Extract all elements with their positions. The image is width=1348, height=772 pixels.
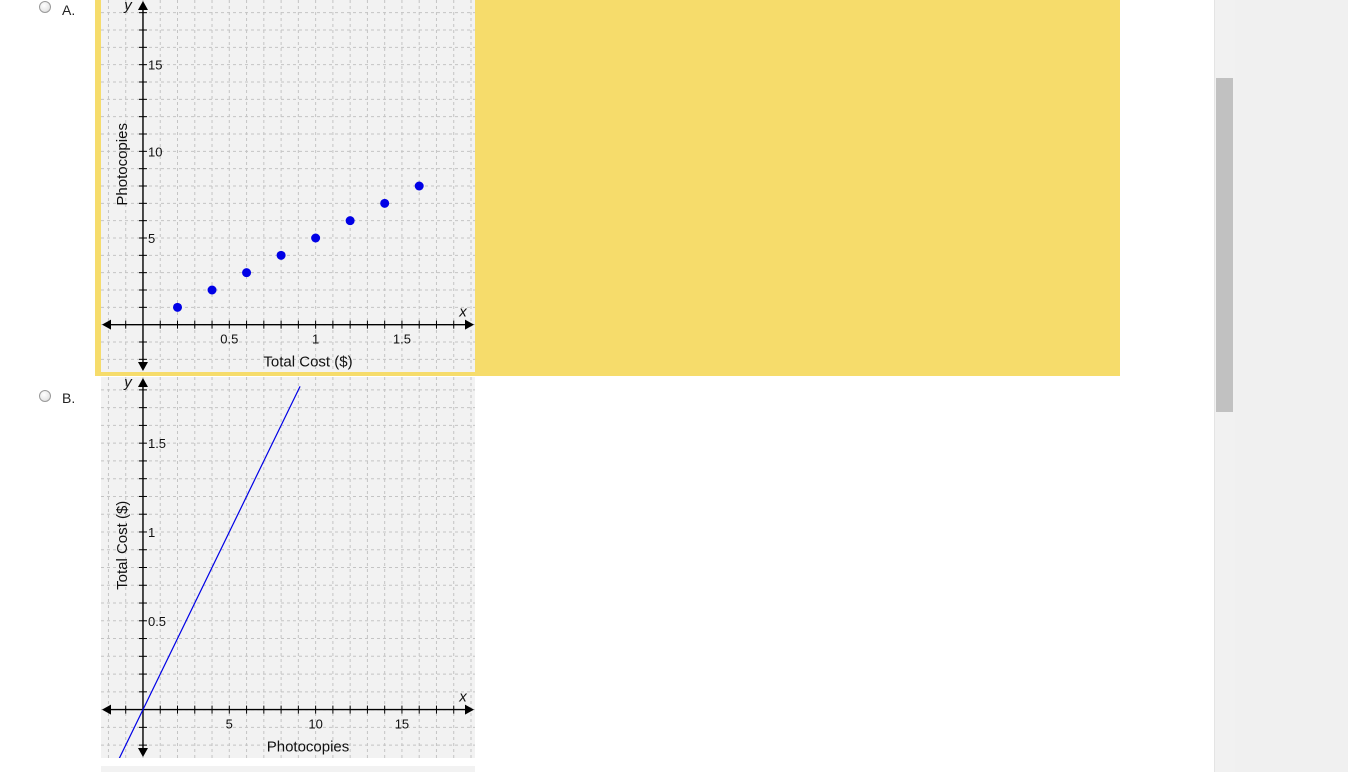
data-point	[173, 302, 183, 312]
data-point	[276, 250, 286, 260]
y-axis-arrow-down	[137, 748, 148, 757]
choice-b-label[interactable]: B.	[62, 390, 75, 406]
series-line	[118, 386, 301, 758]
data-point	[207, 285, 217, 295]
x-axis-variable: x	[458, 304, 467, 321]
choice-a-chart: 0.5 1 1.5 5 10 15 x y Total Cost ($) Photocopies	[101, 0, 475, 372]
x-tick-label: 5	[226, 717, 233, 732]
choice-b-chart: 5 10 15 0.5 1 1.5 x y Photocopies Total Cost ($)	[101, 377, 475, 758]
y-axis-arrow-up	[137, 1, 148, 10]
data-point	[380, 198, 390, 208]
right-pane	[1235, 0, 1348, 772]
choice-c-graph-partial	[101, 766, 475, 772]
y-axis-arrow-up	[137, 378, 148, 387]
choice-a-label[interactable]: A.	[62, 2, 75, 18]
x-axis-title: Total Cost ($)	[263, 354, 352, 371]
data-point	[414, 181, 424, 191]
x-axis-arrow-right	[465, 704, 474, 715]
scrollbar-thumb[interactable]	[1216, 78, 1233, 412]
y-tick-label: 0.5	[148, 614, 166, 629]
choice-a-radio[interactable]	[39, 1, 51, 13]
choice-b-graph: 5 10 15 0.5 1 1.5 x y Photocopies Total Cost ($)	[101, 377, 475, 758]
data-point	[242, 268, 252, 278]
y-tick-label: 5	[148, 231, 155, 246]
x-tick-label: 10	[308, 717, 322, 732]
y-axis-arrow-down	[137, 362, 148, 371]
x-axis-variable: x	[458, 689, 467, 706]
x-tick-label: 0.5	[220, 332, 238, 347]
x-tick-label: 15	[395, 717, 409, 732]
data-point	[311, 233, 321, 243]
x-tick-label: 1	[312, 332, 319, 347]
y-axis-variable: y	[123, 377, 133, 391]
y-tick-label: 10	[148, 144, 162, 159]
y-axis-title: Photocopies	[114, 123, 131, 206]
data-point	[345, 216, 355, 226]
x-axis-arrow-right	[465, 319, 474, 330]
choice-b-radio[interactable]	[39, 390, 51, 402]
x-tick-label: 1.5	[393, 332, 411, 347]
y-tick-label: 1	[148, 525, 155, 540]
y-tick-label: 15	[148, 58, 162, 73]
y-axis-variable: y	[123, 0, 133, 14]
y-axis-title: Total Cost ($)	[114, 501, 131, 590]
x-axis-title: Photocopies	[267, 739, 350, 756]
x-axis-arrow-left	[102, 319, 111, 330]
x-axis-arrow-left	[102, 704, 111, 715]
choice-a-graph: 0.5 1 1.5 5 10 15 x y Total Cost ($) Photocopies	[101, 0, 475, 372]
y-tick-label: 1.5	[148, 436, 166, 451]
